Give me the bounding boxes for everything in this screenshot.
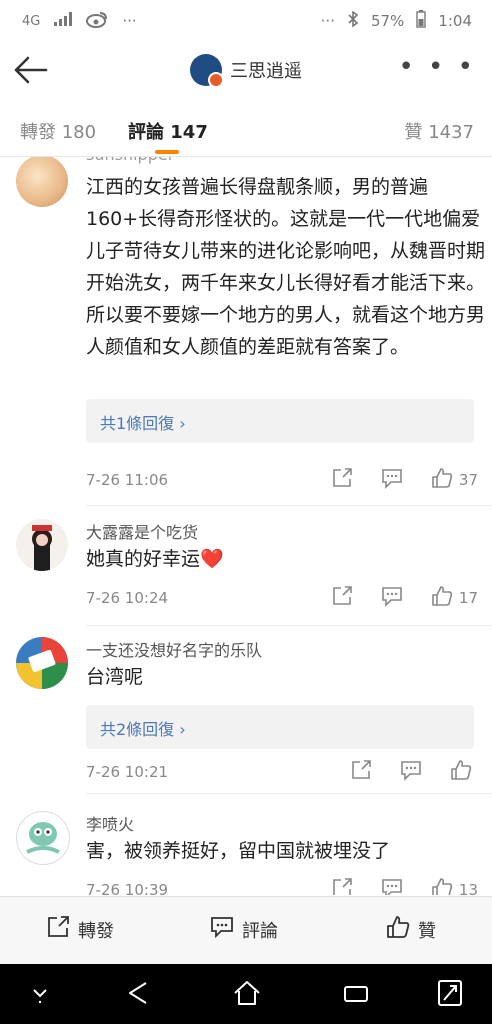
reply-button[interactable] (381, 877, 403, 895)
comment-author[interactable]: 李喷火 (86, 811, 134, 835)
home-icon (232, 981, 262, 1012)
comment-icon (381, 467, 403, 493)
repost-button[interactable]: 轉發 (46, 915, 114, 944)
notification-dots: ··· (122, 12, 137, 30)
comment-list[interactable]: sunshipper 江西的女孩普遍长得盘靓条顺，男的普遍160+长得奇形怪状的… (0, 157, 492, 895)
more-options-button[interactable]: • • • (398, 54, 476, 80)
signal-icon (54, 12, 73, 30)
share-button[interactable] (350, 759, 372, 785)
tab-bar: 轉發 180 評論 147 贊 1437 (0, 98, 492, 157)
like-button[interactable] (450, 759, 478, 785)
divider (86, 793, 492, 794)
avatar[interactable] (16, 637, 68, 689)
avatar[interactable] (16, 157, 68, 207)
back-button[interactable] (12, 54, 48, 86)
tab-repost[interactable]: 轉發 180 (20, 118, 96, 144)
comment-actions: 37 (331, 467, 478, 493)
comment-author[interactable]: 大露露是个吃货 (86, 519, 198, 543)
back-arrow-icon (12, 56, 48, 90)
like-button[interactable]: 17 (431, 585, 478, 611)
tab-likes[interactable]: 贊 1437 (404, 118, 474, 144)
share-icon (331, 877, 353, 895)
battery-icon (416, 10, 427, 32)
expand-button[interactable] (436, 978, 464, 1012)
clock: 1:04 (438, 12, 472, 30)
bluetooth-icon (347, 10, 359, 31)
avatar[interactable] (16, 811, 70, 865)
comment-author[interactable]: 一支还没想好名字的乐队 (86, 637, 262, 661)
comment-time: 7-26 10:24 (86, 589, 169, 607)
profile-header[interactable]: 三思逍遥 (190, 54, 302, 88)
thumbs-up-icon (431, 585, 453, 611)
reply-button[interactable] (381, 585, 403, 611)
comment-label: 評論 (242, 920, 278, 942)
share-icon (331, 585, 353, 611)
comment-text: 害，被领养挺好，留中国就被埋没了 (86, 840, 391, 862)
comment-actions (350, 759, 478, 785)
hide-keyboard-button[interactable] (28, 978, 52, 1012)
home-button[interactable] (232, 978, 262, 1012)
avatar[interactable] (190, 54, 224, 88)
chevron-down-icon (28, 989, 52, 1012)
comment-text: 她真的好幸运❤️ (86, 548, 224, 570)
comment-icon (400, 759, 422, 785)
share-button[interactable] (331, 467, 353, 493)
comment-time: 7-26 10:39 (86, 881, 169, 895)
like-button[interactable]: 37 (431, 467, 478, 493)
like-count: 13 (458, 881, 478, 895)
recents-icon (342, 986, 370, 1012)
view-replies-button[interactable]: 共1條回復 › (86, 399, 474, 443)
thumbs-up-icon (431, 467, 453, 493)
expand-icon (436, 980, 464, 1012)
share-icon (46, 915, 70, 944)
battery-percent: 57% (370, 12, 405, 30)
weibo-icon (86, 10, 108, 32)
share-icon (331, 467, 353, 493)
comment-icon (210, 915, 234, 944)
comment-author[interactable]: sunshipper (86, 157, 174, 164)
divider (86, 625, 492, 626)
back-nav-button[interactable] (126, 978, 150, 1012)
notification-dots-right: ··· (320, 12, 335, 30)
thumbs-up-icon (386, 915, 410, 944)
view-replies-button[interactable]: 共2條回復 › (86, 705, 474, 749)
share-icon (350, 759, 372, 785)
comment-icon (381, 585, 403, 611)
like-count: 37 (458, 471, 478, 489)
thumbs-up-icon (450, 759, 472, 785)
share-button[interactable] (331, 585, 353, 611)
recents-button[interactable] (342, 978, 370, 1012)
thumbs-up-icon (431, 877, 453, 895)
reply-count-label: 共1條回復 › (100, 414, 186, 433)
comment-time: 7-26 10:21 (86, 763, 169, 781)
back-triangle-icon (126, 982, 150, 1012)
comment-text: 江西的女孩普遍长得盘靓条顺，男的普遍160+长得奇形怪状的。这就是一代一代地偏爱… (86, 176, 486, 358)
like-count: 17 (458, 589, 478, 607)
comment-icon (381, 877, 403, 895)
like-button[interactable]: 13 (431, 877, 478, 895)
share-button[interactable] (331, 877, 353, 895)
like-button[interactable]: 贊 (386, 915, 436, 944)
top-navbar: 三思逍遥 • • • (0, 42, 492, 98)
page-title: 三思逍遥 (230, 61, 302, 82)
verified-badge (208, 72, 224, 88)
tab-comments[interactable]: 評論 147 (128, 118, 208, 144)
repost-label: 轉發 (78, 920, 114, 942)
comment-time: 7-26 11:06 (86, 471, 169, 489)
bottom-action-bar: 轉發 評論 贊 (0, 896, 492, 965)
active-tab-indicator (155, 150, 179, 154)
reply-count-label: 共2條回復 › (100, 720, 186, 739)
divider (86, 505, 492, 506)
status-bar: 4G ··· ··· 57% 1:04 (0, 0, 492, 42)
like-label: 贊 (418, 920, 436, 942)
avatar[interactable] (16, 519, 68, 571)
comment-actions: 13 (331, 877, 478, 895)
network-label: 4G (22, 13, 41, 29)
system-nav-bar (0, 964, 492, 1024)
comment-actions: 17 (331, 585, 478, 611)
reply-button[interactable] (400, 759, 422, 785)
comment-button[interactable]: 評論 (210, 915, 278, 944)
comment-text: 台湾呢 (86, 666, 144, 688)
reply-button[interactable] (381, 467, 403, 493)
